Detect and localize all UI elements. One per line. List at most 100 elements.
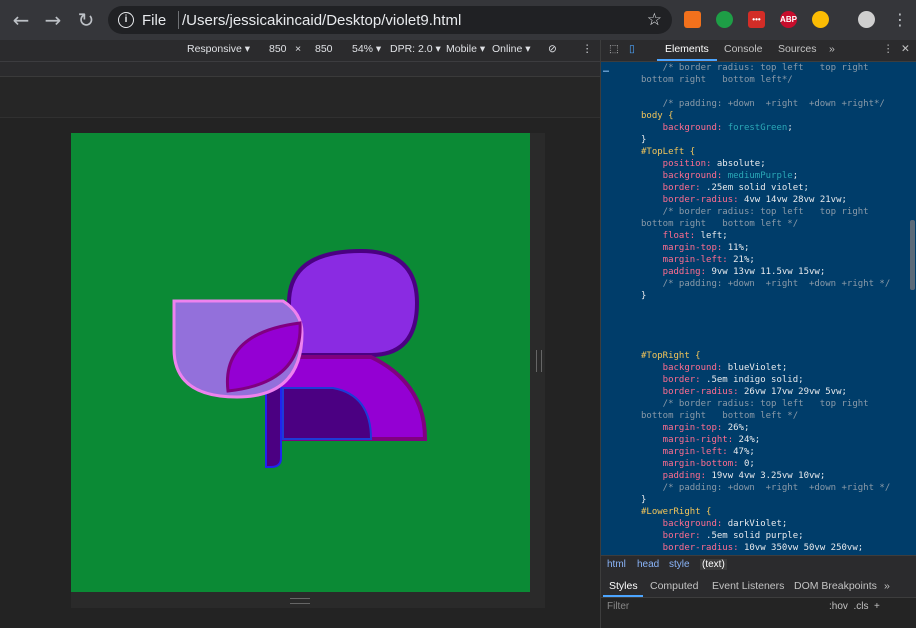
chrome-extension-icon[interactable]	[812, 11, 829, 28]
rotate-icon[interactable]: ⊘	[548, 43, 557, 55]
code-scrollbar[interactable]	[910, 220, 915, 290]
menu-kebab-icon[interactable]: ⋮	[888, 8, 912, 32]
device-more-icon[interactable]: ⋮	[582, 43, 593, 55]
css-value[interactable]: absolute;	[711, 159, 766, 169]
css-property[interactable]: border-radius:	[641, 195, 739, 205]
lastpass-icon[interactable]: •••	[748, 11, 765, 28]
css-value[interactable]: 26%;	[722, 423, 750, 433]
code-line: margin-left: 21%;	[641, 254, 755, 266]
css-property[interactable]: margin-right:	[641, 435, 733, 445]
address-bar[interactable]: i File /Users/jessicakincaid/Desktop/vio…	[108, 6, 672, 34]
zoom-select[interactable]: 54% ▾	[352, 43, 381, 55]
css-value[interactable]: blueViolet;	[722, 363, 788, 373]
tab-sources[interactable]: Sources	[778, 43, 817, 55]
code-line: border-radius: 4vw 14vw 28vw 21vw;	[641, 194, 847, 206]
css-value[interactable]: 47%;	[728, 447, 755, 457]
back-arrow-icon[interactable]: ←	[9, 8, 33, 32]
media-query-bar[interactable]	[0, 62, 600, 77]
css-property[interactable]: border:	[641, 375, 701, 385]
css-property[interactable]: border:	[641, 531, 701, 541]
chart-extension-icon[interactable]	[684, 11, 701, 28]
adblock-plus-icon[interactable]: ABP	[780, 11, 797, 28]
code-line: bottom right bottom left */	[641, 219, 799, 229]
css-property[interactable]: float:	[641, 231, 696, 241]
css-property[interactable]: background:	[641, 519, 723, 529]
tab-console[interactable]: Console	[724, 43, 763, 55]
css-property[interactable]: margin-bottom:	[641, 459, 739, 469]
inspect-element-icon[interactable]: ⬚	[609, 43, 619, 55]
breadcrumb-head[interactable]: head	[637, 559, 659, 570]
css-value[interactable]: 10vw 350vw 50vw 250vw;	[739, 543, 863, 553]
css-value[interactable]: mediumPurple	[722, 171, 793, 181]
css-value[interactable]: .5em solid purple;	[701, 531, 804, 541]
filter-input[interactable]: Filter	[607, 601, 629, 612]
more-style-tabs-icon[interactable]: »	[884, 580, 890, 592]
dpr-select[interactable]: DPR: 2.0 ▾	[390, 43, 441, 55]
breadcrumb-style[interactable]: style	[669, 559, 690, 570]
height-input[interactable]: 850	[315, 43, 333, 55]
css-value[interactable]: 9vw 13vw 11.5vw 15vw;	[706, 267, 825, 277]
mode-select[interactable]: Mobile ▾	[446, 43, 485, 55]
url-text[interactable]: /Users/jessicakincaid/Desktop/violet9.ht…	[182, 12, 461, 29]
css-property[interactable]: padding:	[641, 267, 706, 277]
bookmark-star-icon[interactable]: ☆	[647, 10, 662, 30]
css-value[interactable]: 21%;	[728, 255, 755, 265]
css-value[interactable]: left;	[695, 231, 728, 241]
info-icon[interactable]: i	[118, 12, 134, 28]
css-property[interactable]: margin-top:	[641, 423, 723, 433]
code-line: border-radius: 26vw 17vw 29vw 5vw;	[641, 386, 847, 398]
more-tabs-icon[interactable]: »	[829, 43, 835, 55]
resize-handle-right[interactable]	[536, 350, 542, 372]
css-value[interactable]: forestGreen	[722, 123, 788, 133]
dimension-times: ×	[295, 43, 302, 55]
profile-avatar[interactable]	[858, 11, 875, 28]
tab-event-listeners[interactable]: Event Listeners	[712, 580, 784, 592]
css-property[interactable]: background:	[641, 171, 723, 181]
css-property[interactable]: border-radius:	[641, 387, 739, 397]
filter-tools[interactable]: :hov .cls +	[829, 601, 880, 612]
width-input[interactable]: 850	[269, 43, 287, 55]
dom-breadcrumbs: html head style (text)	[601, 555, 916, 576]
device-select[interactable]: Responsive ▾	[187, 43, 250, 55]
css-value[interactable]: .5em indigo solid;	[701, 375, 804, 385]
css-property[interactable]: margin-left:	[641, 255, 728, 265]
reload-icon[interactable]: ↻	[74, 8, 98, 32]
tab-dom-breakpoints[interactable]: DOM Breakpoints	[794, 580, 877, 592]
css-property[interactable]: position:	[641, 159, 712, 169]
css-property[interactable]: border:	[641, 183, 701, 193]
rendered-page[interactable]	[71, 133, 530, 592]
code-line: /* border radius: top left top right	[641, 207, 869, 217]
forward-arrow-icon[interactable]: →	[41, 8, 65, 32]
css-value[interactable]: 4vw 14vw 28vw 21vw;	[739, 195, 847, 205]
tab-styles[interactable]: Styles	[609, 580, 638, 592]
css-property[interactable]: margin-top:	[641, 243, 723, 253]
css-value[interactable]: 0;	[739, 459, 755, 469]
device-toggle-icon[interactable]: ▯	[629, 43, 635, 55]
css-value[interactable]: 19vw 4vw 3.25vw 10vw;	[706, 471, 825, 481]
resize-handle-bottom[interactable]	[290, 598, 310, 604]
css-property[interactable]: border-radius:	[641, 543, 739, 553]
code-line: padding: 9vw 13vw 11.5vw 15vw;	[641, 266, 826, 278]
evernote-icon[interactable]	[716, 11, 733, 28]
tab-computed[interactable]: Computed	[650, 580, 698, 592]
code-line: /* border radius: top left top right	[641, 399, 869, 409]
css-property[interactable]: background:	[641, 123, 723, 133]
url-separator	[178, 11, 179, 29]
css-value[interactable]: 24%;	[733, 435, 761, 445]
devtools-menu-icon[interactable]: ⋮	[883, 43, 894, 55]
ellipsis-icon[interactable]: …	[603, 64, 609, 76]
style-source-code[interactable]: … /* border radius: top left top right bo…	[601, 62, 916, 555]
css-property[interactable]: padding:	[641, 471, 706, 481]
network-select[interactable]: Online ▾	[492, 43, 531, 55]
css-value[interactable]: 11%;	[722, 243, 750, 253]
breadcrumb-text[interactable]: (text)	[700, 559, 727, 570]
css-property[interactable]: background:	[641, 363, 723, 373]
css-value[interactable]: darkViolet;	[722, 519, 788, 529]
css-value[interactable]: 26vw 17vw 29vw 5vw;	[739, 387, 847, 397]
tab-elements[interactable]: Elements	[665, 43, 709, 55]
css-value[interactable]: .25em solid violet;	[701, 183, 809, 193]
close-devtools-icon[interactable]: ✕	[901, 43, 910, 55]
css-property[interactable]: margin-left:	[641, 447, 728, 457]
breadcrumb-html[interactable]: html	[607, 559, 626, 570]
code-line: border: .5em solid purple;	[641, 530, 804, 542]
